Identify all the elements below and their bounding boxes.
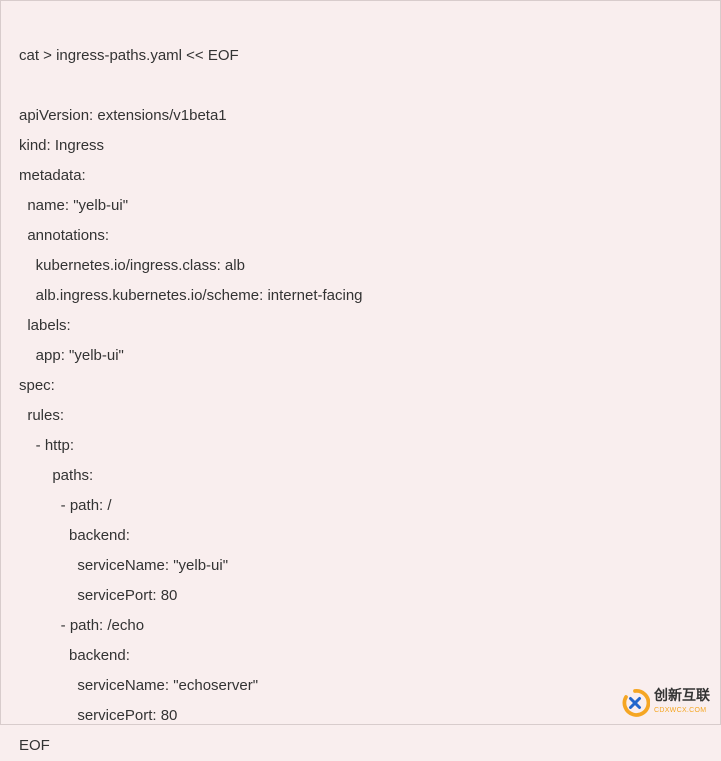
code-line: labels: xyxy=(19,317,71,334)
code-line: EOF xyxy=(19,737,50,754)
watermark-logo-icon xyxy=(620,688,650,718)
watermark-sub: CDXWCX.COM xyxy=(654,704,710,718)
code-line: - path: / xyxy=(19,497,112,514)
code-line: - http: xyxy=(19,437,74,454)
code-line: apiVersion: extensions/v1beta1 xyxy=(19,107,227,124)
code-line: serviceName: "echoserver" xyxy=(19,677,258,694)
code-line: servicePort: 80 xyxy=(19,707,177,724)
code-line: kubernetes.io/ingress.class: alb xyxy=(19,257,245,274)
code-line: - path: /echo xyxy=(19,617,144,634)
code-block: cat > ingress-paths.yaml << EOF apiVersi… xyxy=(19,11,702,761)
code-line: servicePort: 80 xyxy=(19,587,177,604)
watermark: 创新互联 CDXWCX.COM xyxy=(620,688,710,718)
code-line: serviceName: "yelb-ui" xyxy=(19,557,228,574)
code-line: metadata: xyxy=(19,167,86,184)
code-line: annotations: xyxy=(19,227,109,244)
code-line: backend: xyxy=(19,527,130,544)
code-line: cat > ingress-paths.yaml << EOF xyxy=(19,47,239,64)
code-line: app: "yelb-ui" xyxy=(19,347,124,364)
watermark-text-group: 创新互联 CDXWCX.COM xyxy=(654,688,710,717)
code-line: spec: xyxy=(19,377,55,394)
code-line: paths: xyxy=(19,467,93,484)
code-line: alb.ingress.kubernetes.io/scheme: intern… xyxy=(19,287,363,304)
code-line: kind: Ingress xyxy=(19,137,104,154)
watermark-brand: 创新互联 xyxy=(654,688,710,703)
code-line: backend: xyxy=(19,647,130,664)
code-line: name: "yelb-ui" xyxy=(19,197,128,214)
code-line: rules: xyxy=(19,407,64,424)
